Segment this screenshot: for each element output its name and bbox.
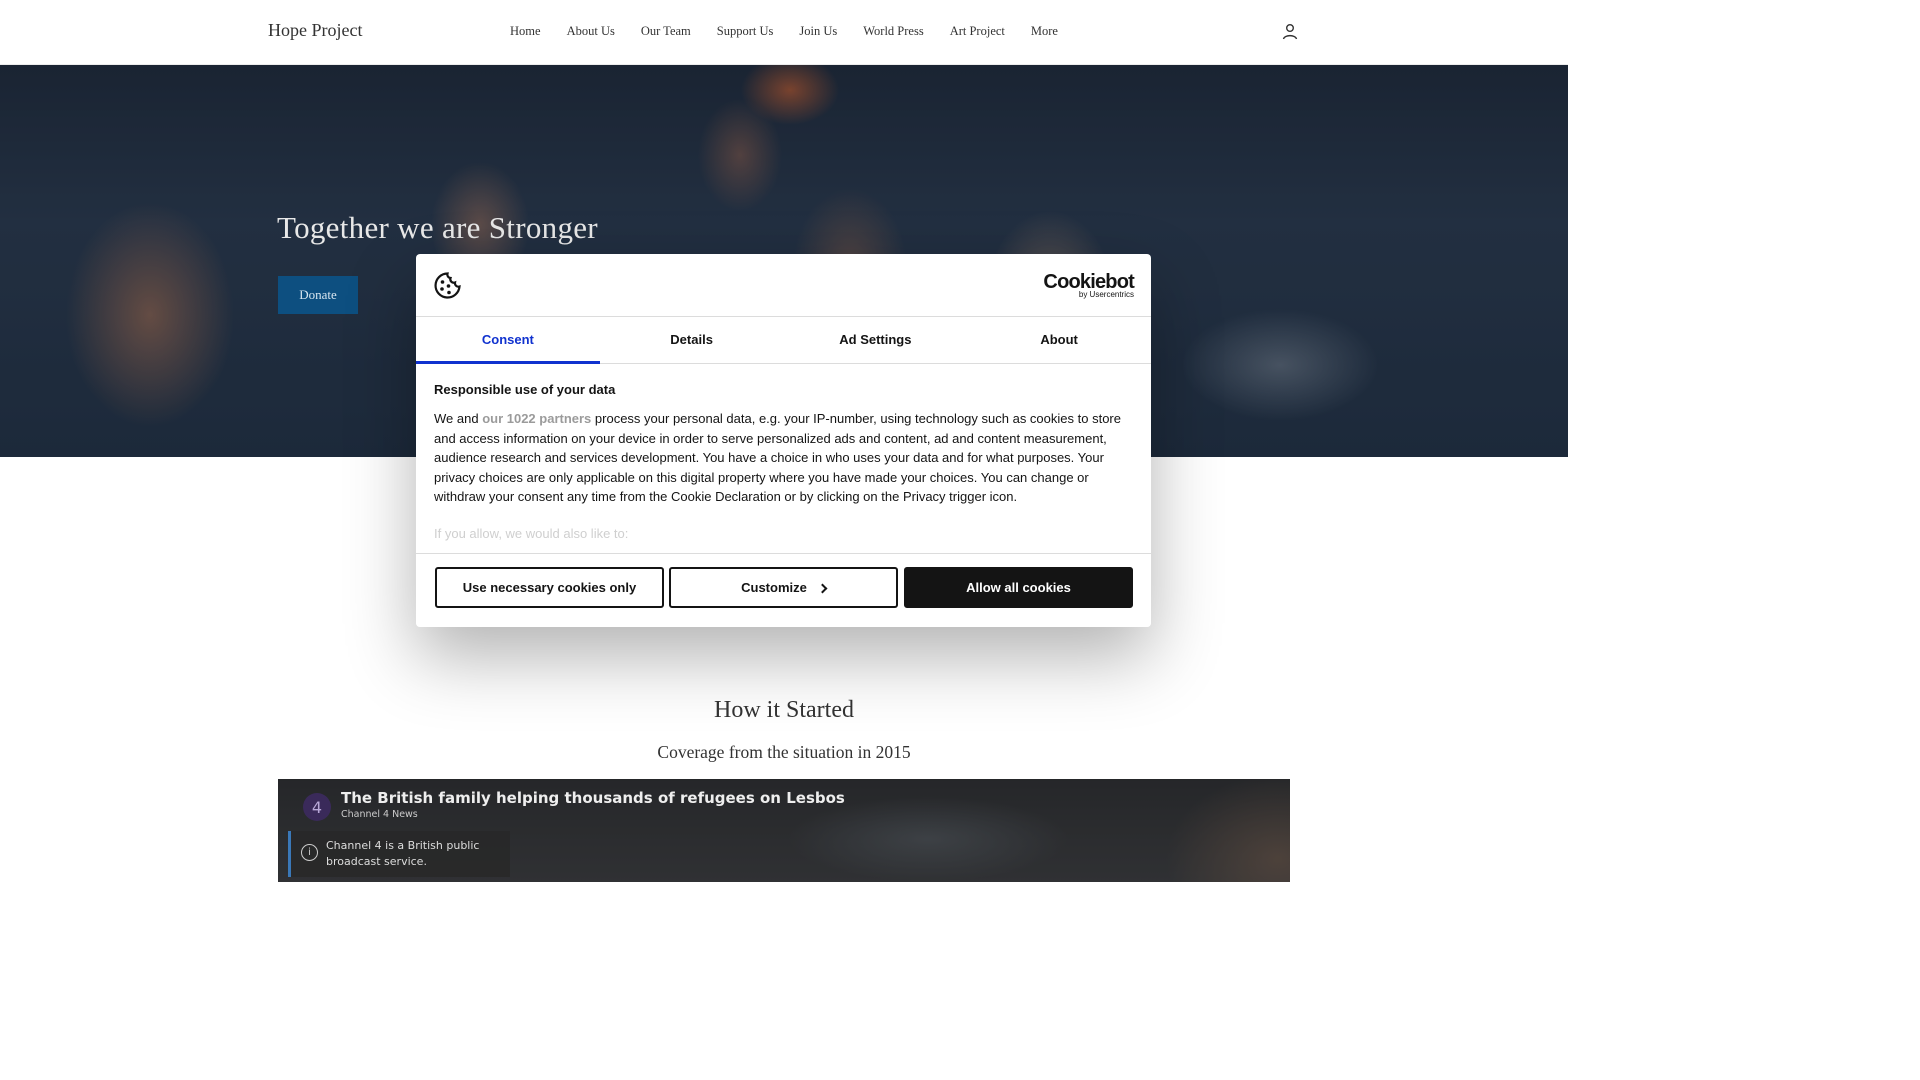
cookie-text-before: We and <box>434 411 483 426</box>
cookie-icon <box>434 272 461 299</box>
nav-item-more[interactable]: More <box>1031 24 1058 39</box>
allow-all-cookies-button[interactable]: Allow all cookies <box>904 567 1133 608</box>
site-logo[interactable]: Hope Project <box>268 20 362 41</box>
necessary-cookies-button[interactable]: Use necessary cookies only <box>435 567 664 608</box>
cookie-dialog-header: Cookiebot by Usercentrics <box>416 254 1151 317</box>
cookie-dialog-footer: Use necessary cookies only Customize All… <box>416 553 1151 627</box>
tab-details[interactable]: Details <box>600 317 784 363</box>
channel-logo[interactable]: 4 <box>303 793 331 821</box>
hero-title: Together we are Stronger <box>277 210 598 245</box>
cookiebot-brand: Cookiebot <box>1043 271 1134 293</box>
info-text: Channel 4 is a British public broadcast … <box>326 839 480 868</box>
donate-button[interactable]: Donate <box>278 276 358 314</box>
nav-item-our-team[interactable]: Our Team <box>641 24 691 39</box>
cookie-dialog-body: Responsible use of your data We and our … <box>434 382 1134 541</box>
tab-ad-settings[interactable]: Ad Settings <box>784 317 968 363</box>
info-panel[interactable]: i Channel 4 is a British public broadcas… <box>288 831 510 877</box>
tab-about[interactable]: About <box>967 317 1151 363</box>
main-nav: Home About Us Our Team Support Us Join U… <box>510 24 1084 39</box>
cookie-heading: Responsible use of your data <box>434 382 616 397</box>
customize-button[interactable]: Customize <box>669 567 898 608</box>
customize-label: Customize <box>741 580 807 595</box>
cookiebot-logo[interactable]: Cookiebot by Usercentrics <box>1043 272 1134 299</box>
nav-item-world-press[interactable]: World Press <box>863 24 923 39</box>
video-embed[interactable]: 4 The British family helping thousands o… <box>278 779 1290 882</box>
tab-consent[interactable]: Consent <box>416 317 600 364</box>
nav-item-about-us[interactable]: About Us <box>567 24 615 39</box>
nav-item-support-us[interactable]: Support Us <box>717 24 774 39</box>
nav-item-art-project[interactable]: Art Project <box>950 24 1005 39</box>
video-channel[interactable]: Channel 4 News <box>341 809 418 820</box>
necessary-cookies-label: Use necessary cookies only <box>462 580 637 595</box>
partners-link[interactable]: our 1022 partners <box>482 411 591 426</box>
section-title: How it Started <box>714 697 854 723</box>
nav-item-home[interactable]: Home <box>510 24 541 39</box>
user-icon[interactable] <box>1281 22 1299 42</box>
allow-all-label: Allow all cookies <box>966 580 1071 595</box>
video-title[interactable]: The British family helping thousands of … <box>341 789 845 807</box>
info-icon: i <box>301 844 318 861</box>
site-header: Hope Project Home About Us Our Team Supp… <box>0 0 1568 65</box>
cookie-description: We and our 1022 partners process your pe… <box>434 409 1134 507</box>
nav-item-join-us[interactable]: Join Us <box>799 24 837 39</box>
chevron-right-icon <box>817 583 828 594</box>
cookie-faded-text: If you allow, we would also like to: <box>434 525 629 541</box>
cookie-tabs: Consent Details Ad Settings About <box>416 317 1151 364</box>
section-subtitle: Coverage from the situation in 2015 <box>657 742 911 762</box>
cookie-consent-dialog: Cookiebot by Usercentrics Consent Detail… <box>416 254 1151 627</box>
